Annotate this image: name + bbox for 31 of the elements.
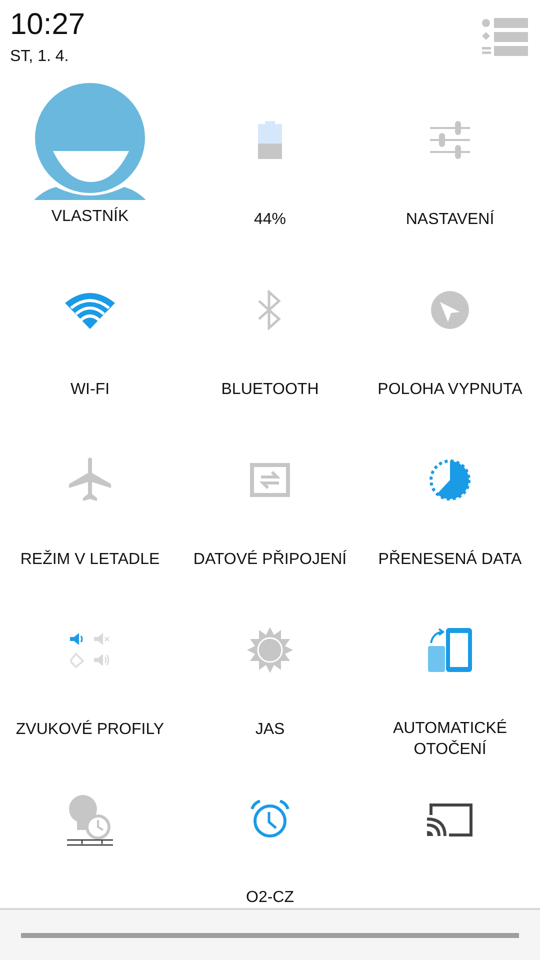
airplane-icon[interactable]	[69, 457, 111, 503]
tile-label[interactable]: POLOHA VYPNUTA	[378, 379, 522, 400]
cast-icon[interactable]	[427, 803, 473, 837]
date-text: ST, 1. 4.	[10, 48, 70, 66]
list-icon[interactable]	[482, 18, 528, 56]
tile-label[interactable]: NASTAVENÍ	[406, 209, 494, 230]
wifi-icon[interactable]	[65, 291, 115, 329]
tile-label[interactable]: O2-CZ	[246, 887, 294, 908]
auto-rotate-icon[interactable]	[427, 626, 473, 672]
sun-icon[interactable]	[247, 627, 293, 673]
battery-icon[interactable]	[258, 121, 282, 159]
tile-label[interactable]: ZVUKOVÉ PROFILY	[16, 719, 164, 740]
location-off-icon[interactable]	[430, 290, 470, 330]
tile-label[interactable]: JAS	[255, 719, 285, 740]
clock-time: 10:27	[10, 8, 86, 42]
alarm-clock-icon[interactable]	[250, 800, 290, 838]
tile-label[interactable]: VLASTNÍK	[51, 206, 129, 227]
sound-profiles-icon[interactable]	[70, 632, 110, 668]
tile-label[interactable]: PŘENESENÁ DATA	[378, 549, 522, 570]
tile-label[interactable]: BLUETOOTH	[221, 379, 319, 400]
bulb-timer-icon[interactable]	[67, 794, 113, 846]
tile-label[interactable]: DATOVÉ PŘIPOJENÍ	[193, 549, 347, 570]
tile-label[interactable]: REŽIM V LETADLE	[20, 549, 160, 570]
avatar-icon[interactable]	[34, 82, 146, 200]
pie-clock-icon[interactable]	[429, 459, 471, 501]
tile-label[interactable]: WI-FI	[70, 379, 110, 400]
tile-label[interactable]: 44%	[254, 209, 286, 230]
sliders-icon[interactable]	[430, 120, 470, 160]
data-transfer-icon[interactable]	[250, 463, 290, 497]
drag-handle[interactable]	[21, 932, 519, 938]
tile-label[interactable]: AUTOMATICKÉ OTOČENÍ	[365, 718, 535, 760]
